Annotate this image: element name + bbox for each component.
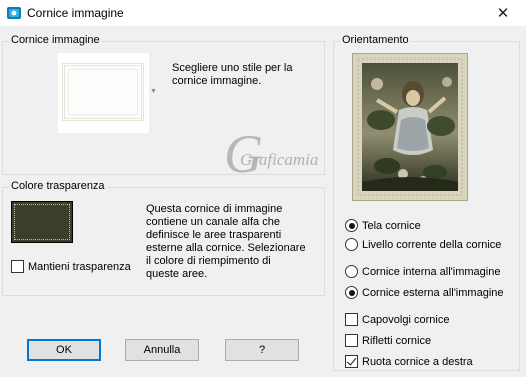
chevron-down-icon[interactable]: ▼ [150, 88, 157, 95]
transparency-desc-line-6: queste aree. [146, 268, 208, 280]
close-button[interactable]: ✕ [480, 0, 526, 26]
rifletti-cornice-checkbox[interactable] [345, 334, 358, 347]
help-button[interactable]: ? [225, 339, 299, 361]
radio-cornice-interna-label: Cornice interna all'immagine [362, 266, 501, 278]
radio-tela-cornice[interactable] [345, 219, 358, 232]
frame-desc-line-2: cornice immagine. [172, 75, 262, 87]
ruota-cornice-label: Ruota cornice a destra [362, 356, 473, 368]
cancel-button[interactable]: Annulla [125, 339, 199, 361]
radio-cornice-interna[interactable] [345, 265, 358, 278]
graficamia-watermark-logo: G Graficamia [224, 126, 318, 184]
frame-style-description: Scegliere uno stile per la cornice immag… [172, 62, 322, 88]
frame-preview-image [352, 53, 468, 201]
radio-cornice-esterna-label: Cornice esterna all'immagine [362, 287, 504, 299]
ruota-cornice-checkbox[interactable] [345, 355, 358, 368]
frame-style-thumbnail [62, 63, 144, 121]
capovolgi-cornice-label: Capovolgi cornice [362, 314, 450, 326]
transparency-desc-line-2: contiene un canale alfa che [146, 216, 280, 228]
window-title: Cornice immagine [27, 6, 124, 20]
radio-livello-corrente-label: Livello corrente della cornice [362, 239, 502, 251]
transparency-desc-line-4: esterne alla cornice. Selezionare [146, 242, 306, 254]
orientation-group-label: Orientamento [340, 34, 411, 46]
title-bar: Cornice immagine ✕ [0, 0, 526, 26]
close-icon: ✕ [496, 5, 510, 22]
transparency-desc-line-3: definisce le aree trasparenti [146, 229, 282, 241]
keep-transparency-checkbox[interactable] [11, 260, 24, 273]
swatch-focus-outline [14, 204, 70, 240]
capovolgi-cornice-checkbox[interactable] [345, 313, 358, 326]
transparency-description: Questa cornice di immagine contiene un c… [146, 203, 324, 281]
preview-artwork [353, 54, 467, 200]
transparency-desc-line-1: Questa cornice di immagine [146, 203, 283, 215]
radio-tela-cornice-label: Tela cornice [362, 220, 421, 232]
frame-desc-line-1: Scegliere uno stile per la [172, 62, 293, 74]
keep-transparency-label: Mantieni trasparenza [28, 261, 131, 273]
rifletti-cornice-label: Rifletti cornice [362, 335, 432, 347]
radio-cornice-esterna[interactable] [345, 286, 358, 299]
ok-button[interactable]: OK [27, 339, 101, 361]
transparency-color-group-label: Colore trasparenza [9, 180, 107, 192]
transparency-color-swatch[interactable] [11, 201, 73, 243]
app-icon [7, 7, 21, 19]
frame-style-group-label: Cornice immagine [9, 34, 102, 46]
frame-style-picker[interactable] [58, 53, 149, 133]
watermark-text: Graficamia [240, 150, 318, 169]
radio-livello-corrente[interactable] [345, 238, 358, 251]
transparency-desc-line-5: il colore di riempimento di [146, 255, 271, 267]
